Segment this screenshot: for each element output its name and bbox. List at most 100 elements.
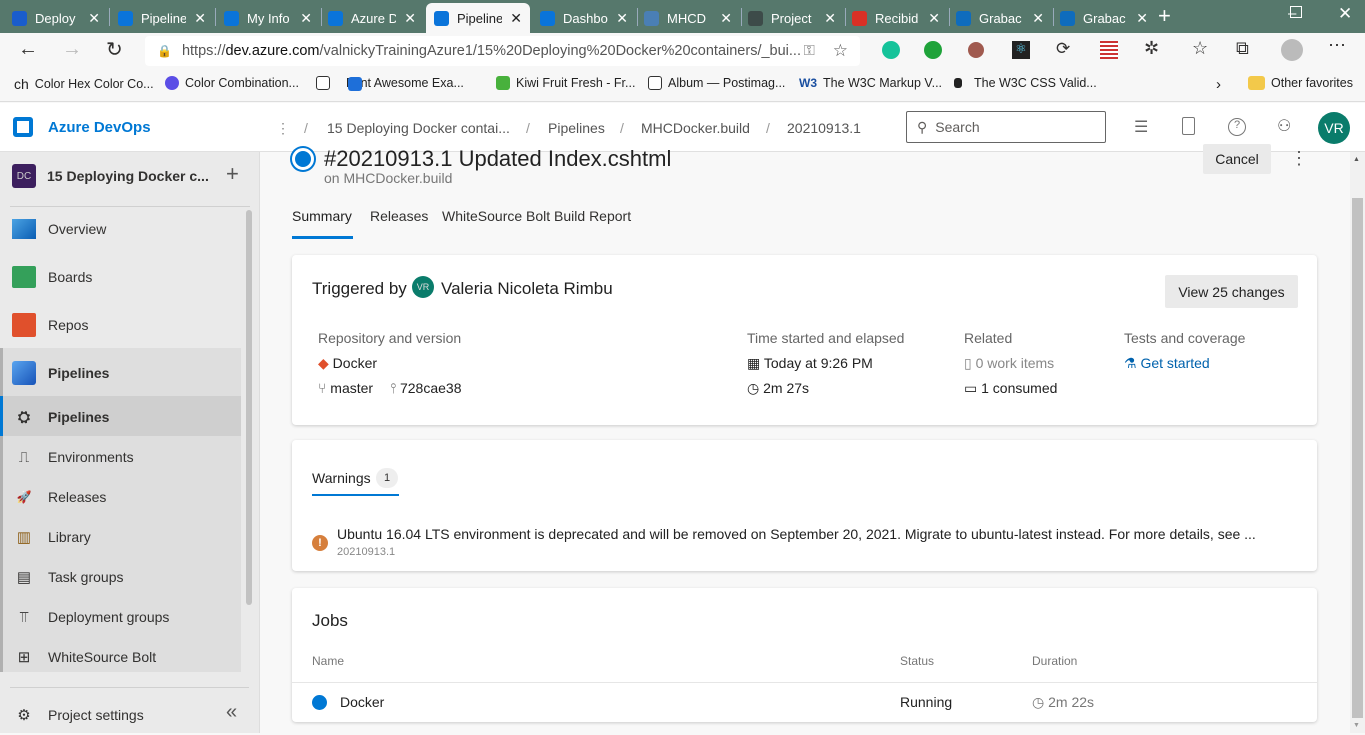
browser-tab[interactable]: MHCD ✕: [636, 3, 740, 33]
sidebar-subitem-library[interactable]: ▥ Library: [0, 517, 241, 557]
view-changes-button[interactable]: View 25 changes: [1165, 275, 1298, 308]
forward-button[interactable]: →: [62, 38, 82, 61]
sidebar-item-pipelines-hub[interactable]: Pipelines: [0, 353, 241, 393]
more-breadcrumb-icon[interactable]: ⋮: [276, 120, 290, 137]
get-started-link[interactable]: ⚗ Get started: [1124, 355, 1210, 372]
sidebar-subitem-environments[interactable]: ⎍ Environments: [0, 437, 241, 477]
bookmark[interactable]: Kiwi Fruit Fresh - Fr...: [496, 76, 635, 90]
profile-avatar[interactable]: [1281, 39, 1303, 61]
react-extension-icon[interactable]: ⚛: [1012, 41, 1030, 59]
more-bookmarks-chevron-icon[interactable]: ›: [1216, 76, 1221, 93]
sidebar-subitem-releases[interactable]: 🚀 Releases: [0, 477, 241, 517]
other-favorites-folder[interactable]: Other favorites: [1248, 76, 1353, 90]
user-avatar[interactable]: VR: [1318, 112, 1350, 144]
bookmark[interactable]: W3 The W3C Markup V...: [799, 76, 942, 90]
check-extension-icon[interactable]: [924, 41, 942, 59]
bookmark[interactable]: ch Color Hex Color Co...: [14, 76, 154, 92]
address-bar[interactable]: 🔒 https://dev.azure.com/valnickyTraining…: [145, 36, 860, 66]
marketplace-bag-icon[interactable]: [1182, 117, 1195, 135]
breadcrumb-pipelines[interactable]: Pipelines: [548, 120, 605, 136]
branch[interactable]: ⑂ master: [318, 380, 373, 396]
tab-whitesource-report[interactable]: WhiteSource Bolt Build Report: [442, 208, 631, 224]
browser-tab[interactable]: Project ✕: [740, 3, 844, 33]
breadcrumb-run[interactable]: 20210913.1: [787, 120, 861, 136]
browser-tab[interactable]: Recibid ✕: [844, 3, 948, 33]
validator-extension-icon[interactable]: [1100, 41, 1118, 59]
warning-message[interactable]: Ubuntu 16.04 LTS environment is deprecat…: [337, 526, 1256, 542]
breadcrumb-pipeline[interactable]: MHCDocker.build: [641, 120, 750, 136]
warnings-tab[interactable]: Warnings: [312, 470, 371, 486]
close-tab-icon[interactable]: ✕: [404, 10, 416, 27]
close-tab-icon[interactable]: ✕: [510, 10, 522, 27]
browser-tab[interactable]: My Info ✕: [216, 3, 320, 33]
close-tab-icon[interactable]: ✕: [928, 10, 940, 27]
browser-tab[interactable]: Grabac ✕: [1052, 3, 1156, 33]
help-icon[interactable]: ?: [1228, 118, 1246, 136]
browser-tab[interactable]: Azure D ✕: [320, 3, 424, 33]
consumed-artifacts[interactable]: ▭ 1 consumed: [964, 380, 1057, 397]
work-items-list-icon[interactable]: ☰: [1134, 117, 1148, 137]
bookmark[interactable]: The W3C CSS Valid...: [954, 76, 1097, 90]
browser-tab[interactable]: Grabac ✕: [948, 3, 1052, 33]
key-icon[interactable]: ⚿: [804, 43, 815, 59]
sidebar-scrollbar[interactable]: [246, 210, 252, 605]
brand-name[interactable]: Azure DevOps: [48, 119, 151, 136]
sidebar-subitem-pipelines[interactable]: ⛭ Pipelines: [0, 397, 241, 437]
close-tab-icon[interactable]: ✕: [616, 10, 628, 27]
browser-tab[interactable]: Pipeline ✕: [426, 3, 530, 33]
grammarly-extension-icon[interactable]: [882, 41, 900, 59]
collapse-sidebar-icon[interactable]: «: [226, 701, 237, 724]
project-name[interactable]: 15 Deploying Docker c...: [47, 168, 209, 184]
bookmark[interactable]: Color Combination...: [165, 76, 299, 90]
tab-title: Project: [771, 10, 812, 26]
close-window-button[interactable]: ✕: [1338, 4, 1352, 24]
run-subtitle[interactable]: on MHCDocker.build: [324, 170, 452, 186]
column-duration: Duration: [1032, 654, 1078, 668]
user-settings-icon[interactable]: ⚇: [1277, 116, 1291, 136]
bookmark[interactable]: Album — Postimag...: [648, 76, 785, 90]
tab-summary[interactable]: Summary: [292, 208, 352, 224]
browser-tab[interactable]: Dashbo ✕: [532, 3, 636, 33]
add-favorite-icon[interactable]: ☆: [833, 41, 848, 61]
sidebar-item-boards[interactable]: Boards: [0, 257, 241, 297]
project-settings[interactable]: ⚙ Project settings: [0, 695, 241, 735]
more-actions-icon[interactable]: ⋮: [1290, 148, 1308, 169]
sync-extension-icon[interactable]: ⟳: [1056, 39, 1070, 59]
repo-link[interactable]: ◆ Docker: [318, 355, 377, 372]
trigger-user[interactable]: Valeria Nicoleta Rimbu: [441, 279, 613, 299]
extensions-icon[interactable]: ✲: [1144, 38, 1159, 59]
close-tab-icon[interactable]: ✕: [1032, 10, 1044, 27]
page-scrollbar[interactable]: ▲ ▼: [1350, 152, 1365, 733]
back-button[interactable]: ←: [18, 38, 38, 61]
collections-icon[interactable]: ⧉: [1236, 38, 1249, 59]
commit[interactable]: ⫯ 728cae38: [390, 380, 462, 397]
more-menu-icon[interactable]: ⋯: [1328, 35, 1346, 56]
sidebar-subitem-deployment-groups[interactable]: ⫪ Deployment groups: [0, 597, 241, 637]
favorites-icon[interactable]: ☆: [1192, 38, 1208, 59]
close-tab-icon[interactable]: ✕: [824, 10, 836, 27]
search-input[interactable]: ⚲ Search: [906, 111, 1106, 143]
sidebar-subitem-task-groups[interactable]: ▤ Task groups: [0, 557, 241, 597]
sidebar-item-repos[interactable]: Repos: [0, 305, 241, 345]
tab-releases[interactable]: Releases: [370, 208, 428, 224]
browser-tab[interactable]: Deploy ✕: [4, 3, 108, 33]
reload-button[interactable]: ↻: [106, 37, 123, 62]
add-icon[interactable]: +: [226, 161, 239, 187]
close-tab-icon[interactable]: ✕: [1136, 10, 1148, 27]
apple-extension-icon[interactable]: [968, 42, 984, 58]
sidebar-subitem-whitesource-bolt[interactable]: ⊞ WhiteSource Bolt: [0, 637, 241, 677]
job-row[interactable]: Docker Running ◷ 2m 22s: [292, 683, 1317, 722]
triggered-by-label: Triggered by: [312, 279, 407, 298]
close-tab-icon[interactable]: ✕: [300, 10, 312, 27]
close-tab-icon[interactable]: ✕: [194, 10, 206, 27]
breadcrumb-project[interactable]: 15 Deploying Docker contai...: [327, 120, 510, 136]
browser-tab[interactable]: Pipeline ✕: [110, 3, 214, 33]
close-tab-icon[interactable]: ✕: [720, 10, 732, 27]
cancel-button[interactable]: Cancel: [1203, 144, 1271, 174]
restore-icon[interactable]: [1290, 6, 1302, 18]
sidebar-item-overview[interactable]: Overview: [0, 209, 241, 249]
azure-devops-logo-icon[interactable]: [13, 117, 33, 137]
new-tab-button[interactable]: +: [1158, 3, 1171, 29]
bookmark[interactable]: Font Awesome Exa...: [316, 76, 464, 90]
close-tab-icon[interactable]: ✕: [88, 10, 100, 27]
